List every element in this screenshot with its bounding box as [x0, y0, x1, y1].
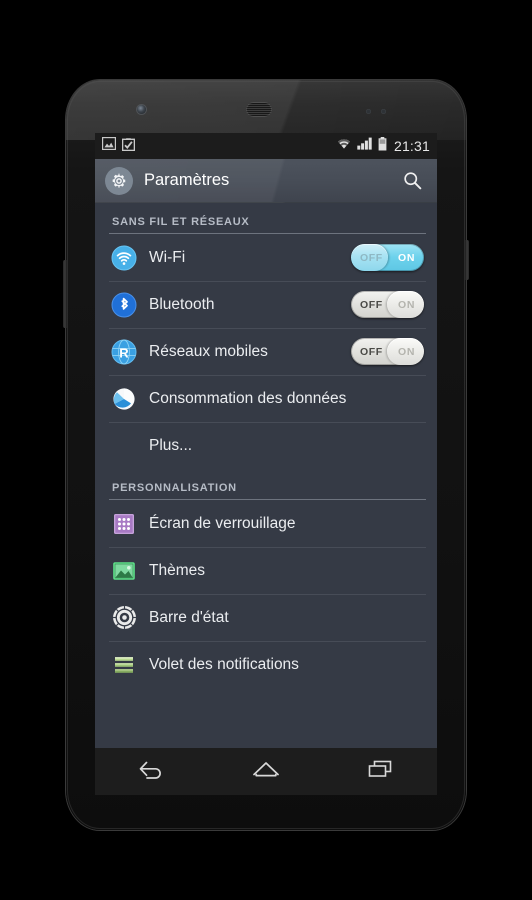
battery-icon [378, 136, 387, 156]
toggle-off-label: OFF [360, 345, 383, 358]
list-item-label: Réseaux mobiles [149, 342, 268, 360]
toggle-off-label: OFF [360, 251, 383, 264]
section-header-clipped [95, 688, 437, 709]
proximity-sensor-icon [366, 109, 371, 114]
list-item-label: Écran de verrouillage [149, 514, 296, 532]
recents-icon [365, 758, 395, 785]
action-bar: Paramètres [95, 159, 437, 203]
list-item-label: Thèmes [149, 561, 205, 579]
list-item-label: Volet des notifications [149, 655, 299, 673]
list-item-status-bar[interactable]: Barre d'état [95, 594, 437, 641]
svg-text:R: R [119, 345, 129, 360]
toggle-on-label: ON [398, 251, 415, 264]
back-button[interactable] [121, 751, 183, 793]
list-item-lock-screen[interactable]: Écran de verrouillage [95, 500, 437, 547]
lock-screen-icon [111, 511, 137, 537]
list-item-more[interactable]: Plus... [95, 422, 437, 469]
home-button[interactable] [235, 751, 297, 793]
checkbox-icon [121, 137, 136, 156]
page-title: Paramètres [144, 171, 230, 189]
list-item-label: Bluetooth [149, 295, 215, 313]
list-item-wifi[interactable]: Wi-Fi OFF ON [95, 234, 437, 281]
status-bar-clock: 21:31 [393, 138, 430, 154]
status-bar-system-icons: 21:31 [336, 136, 430, 156]
notification-panel-icon [111, 652, 137, 678]
section-header-wireless: SANS FIL ET RÉSEAUX [112, 216, 250, 228]
bluetooth-icon [111, 292, 137, 318]
settings-list[interactable]: SANS FIL ET RÉSEAUX Wi-Fi OFF ON Bluetoo… [95, 203, 437, 748]
volume-rocker-button[interactable] [63, 260, 67, 328]
toggle-on-label: ON [398, 298, 415, 311]
recents-button[interactable] [349, 751, 411, 793]
list-item-themes[interactable]: Thèmes [95, 547, 437, 594]
data-usage-pie-icon [111, 386, 137, 412]
back-arrow-icon [137, 758, 167, 785]
themes-icon [111, 558, 137, 584]
list-item-data-usage[interactable]: Consommation des données [95, 375, 437, 422]
list-item-bluetooth[interactable]: Bluetooth OFF ON [95, 281, 437, 328]
status-bar-gear-icon [111, 605, 137, 631]
list-item-label: Barre d'état [149, 608, 229, 626]
section-header-personalisation: PERSONNALISATION [112, 482, 237, 494]
home-icon [251, 758, 281, 785]
gear-icon [105, 166, 133, 195]
cellular-signal-icon [357, 137, 373, 155]
wifi-signal-icon [336, 137, 352, 155]
status-bar[interactable]: 21:31 [95, 133, 437, 159]
status-bar-notification-icons [101, 136, 136, 156]
image-icon [101, 136, 117, 155]
wifi-toggle[interactable]: OFF ON [351, 244, 424, 271]
toggle-off-label: OFF [360, 298, 383, 311]
list-item-label: Consommation des données [149, 389, 347, 407]
list-item-label: Wi-Fi [149, 248, 186, 266]
phone-device: 21:31 Paramètres SANS FIL ET RÉSEAUX Wi-… [63, 80, 469, 830]
phone-top-bezel [66, 80, 466, 140]
mobile-networks-toggle[interactable]: OFF ON [351, 338, 424, 365]
search-icon[interactable] [397, 166, 427, 196]
earpiece-speaker-icon [246, 102, 272, 117]
light-sensor-icon [381, 109, 386, 114]
list-item-label: Plus... [149, 436, 193, 454]
power-button[interactable] [465, 240, 469, 280]
wifi-icon [111, 245, 137, 271]
phone-screen: 21:31 Paramètres SANS FIL ET RÉSEAUX Wi-… [95, 133, 437, 748]
toggle-on-label: ON [398, 345, 415, 358]
navigation-bar [95, 748, 437, 795]
mobile-network-icon: R [111, 339, 137, 365]
front-camera-icon [137, 105, 146, 114]
list-item-mobile-networks[interactable]: R Réseaux mobiles OFF ON [95, 328, 437, 375]
list-item-notification-panel[interactable]: Volet des notifications [95, 641, 437, 688]
bluetooth-toggle[interactable]: OFF ON [351, 291, 424, 318]
